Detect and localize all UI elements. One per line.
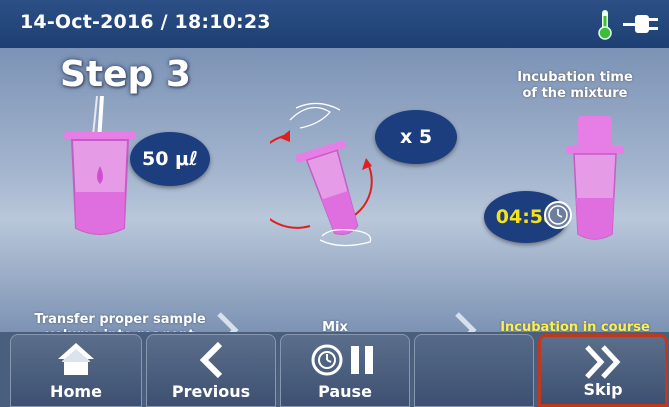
mix-count-bubble: x 5 bbox=[375, 110, 457, 164]
pause-button[interactable]: Pause bbox=[280, 334, 410, 407]
step-title: Step 3 bbox=[60, 54, 191, 95]
clock-pause-icon bbox=[311, 344, 373, 376]
double-chevron-right-icon bbox=[585, 345, 621, 379]
empty-button-slot bbox=[414, 334, 534, 407]
navigation-bar: Home Previous Pause Skip bbox=[0, 332, 669, 407]
thermometer-icon bbox=[598, 10, 612, 40]
step-panel: Step 3 Incubation time of the mixture 50… bbox=[0, 48, 669, 348]
power-plug-icon bbox=[623, 15, 658, 33]
previous-label: Previous bbox=[171, 382, 251, 401]
mix-tube-icon bbox=[270, 102, 373, 247]
skip-label: Skip bbox=[583, 380, 623, 399]
incubation-title: Incubation time of the mixture bbox=[517, 70, 633, 101]
datetime-text: 14-Oct-2016 / 18:10:23 bbox=[20, 11, 271, 33]
pause-label: Pause bbox=[318, 382, 372, 401]
clock-icon bbox=[544, 201, 572, 229]
chevron-left-icon bbox=[199, 341, 223, 379]
volume-bubble: 50 μℓ bbox=[130, 132, 210, 186]
reagent-tube-pipette-icon bbox=[64, 96, 136, 235]
skip-button[interactable]: Skip bbox=[538, 334, 668, 407]
previous-button[interactable]: Previous bbox=[146, 334, 276, 407]
home-button[interactable]: Home bbox=[10, 334, 142, 407]
home-icon bbox=[58, 343, 94, 375]
status-bar: 14-Oct-2016 / 18:10:23 bbox=[0, 0, 669, 48]
home-label: Home bbox=[50, 382, 102, 401]
